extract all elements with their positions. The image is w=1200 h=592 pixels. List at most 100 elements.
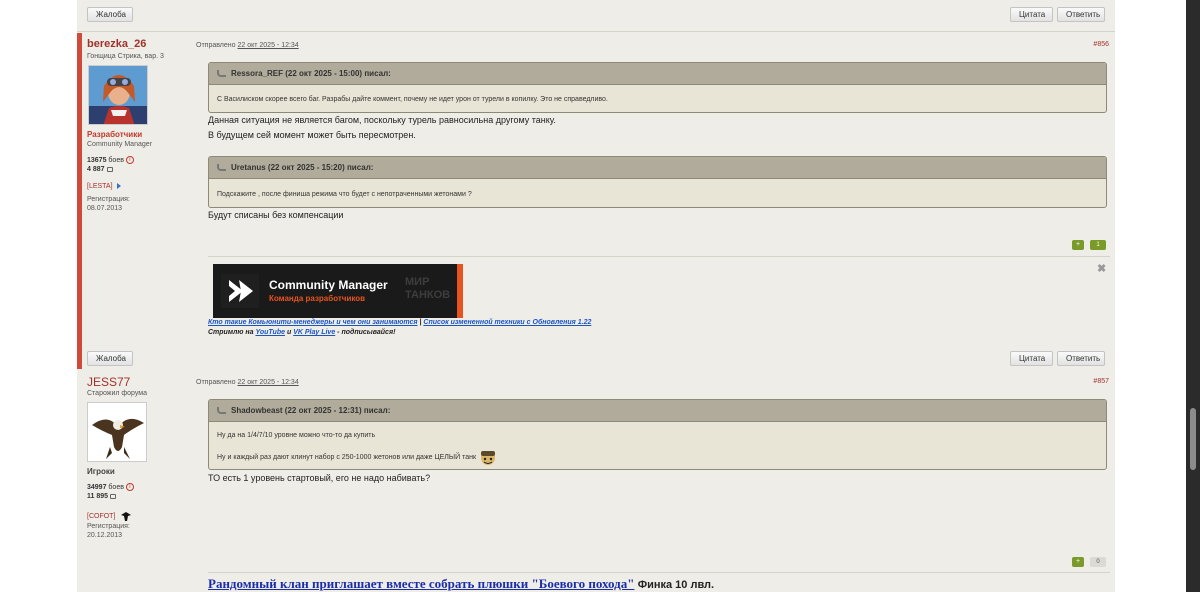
clan-ad-tail: Финка 10 лвл.: [637, 579, 715, 591]
reply-button[interactable]: Ответить: [1057, 351, 1105, 366]
registration-label: Регистрация:: [87, 523, 130, 530]
quote-header: Shadowbeast (22 окт 2025 - 12:31) писал:: [209, 400, 1106, 422]
signature-links: Кто такие Комьюнити-менеджеры и чем они …: [208, 319, 591, 326]
cm-info-link[interactable]: Кто такие Комьюнити-менеджеры и чем они …: [208, 319, 418, 326]
battles-stat: 13675 боев i: [87, 156, 134, 164]
author-name[interactable]: JESS77: [87, 375, 130, 389]
user-role: Community Manager: [87, 141, 152, 148]
clan-emblem-icon: [121, 512, 132, 521]
banner-game-logo: МИР ТАНКОВ: [405, 276, 451, 301]
and-label: и: [286, 329, 292, 336]
post-text: ТО есть 1 уровень стартовый, его не надо…: [208, 473, 431, 483]
quote-text: Ну да на 1/4/7/10 уровне можно что-то да…: [217, 432, 376, 439]
reputation-count: 1: [1090, 240, 1106, 250]
quote-arrow-icon: [217, 407, 226, 414]
battles-suffix: боев: [108, 483, 124, 491]
tech-changes-link[interactable]: Список измененной техники с Обновления 1…: [423, 319, 591, 326]
info-icon[interactable]: i: [125, 156, 134, 164]
quote-block: Ressora_REF (22 окт 2025 - 15:00) писал:…: [208, 62, 1107, 113]
signature-divider: [208, 256, 1110, 257]
avatar[interactable]: [87, 402, 147, 462]
messages-stat: 4 887: [87, 166, 113, 173]
forum-page: Жалоба Цитата Ответить berezka_26 Гонщиц…: [77, 0, 1115, 592]
left-gutter: [0, 0, 77, 592]
forum-post: berezka_26 Гонщица Стрика, вар. 3 Разраб…: [77, 33, 1115, 369]
youtube-link[interactable]: YouTube: [255, 329, 285, 336]
forum-post: JESS77 Старожил форума Игроки 34997 боев…: [77, 373, 1115, 592]
clan-tag[interactable]: [COFOT]: [87, 510, 132, 522]
banner-title: Community Manager: [269, 278, 388, 292]
tanker-smiley-icon: [480, 451, 495, 465]
sent-date-link[interactable]: 22 окт 2025 - 12:34: [237, 379, 298, 386]
user-group: Разработчики: [87, 130, 143, 139]
quote-button[interactable]: Цитата: [1010, 351, 1053, 366]
clan-arrow-icon: [116, 183, 121, 190]
complaint-button[interactable]: Жалоба: [87, 351, 133, 366]
scrollbar[interactable]: [1186, 0, 1200, 592]
registration-date: 08.07.2013: [87, 205, 123, 212]
sent-info: Отправлено 22 окт 2025 - 12:34: [196, 42, 299, 49]
quote-text-line: Ну и каждый раз дают клинут набор с 250-…: [217, 453, 477, 461]
eagle-avatar-image: [88, 403, 146, 461]
quote-header: Uretanus (22 окт 2025 - 15:20) писал:: [209, 157, 1106, 179]
stream-links: Стримлю на YouTube и VK Play Live - подп…: [208, 329, 395, 336]
vk-play-link[interactable]: VK Play Live: [293, 329, 335, 336]
right-gutter: [1115, 0, 1186, 592]
quote-arrow-icon: [217, 70, 226, 77]
quote-text: Ну и каждый раз дают клинут набор с 250-…: [217, 448, 498, 466]
messages-count: 4 887: [87, 166, 105, 173]
clan-tag-label: [LESTA]: [87, 183, 113, 190]
sent-info: Отправлено 22 окт 2025 - 12:34: [196, 379, 299, 386]
avatar-image: [89, 66, 147, 124]
complaint-button[interactable]: Жалоба: [87, 7, 133, 22]
post-text: В будущем сей момент может быть пересмот…: [208, 130, 416, 140]
quote-text: Подскажите , после финиша режима что буд…: [217, 191, 472, 198]
close-signature-icon[interactable]: ✖: [1097, 262, 1106, 275]
messages-count: 11 895: [87, 493, 109, 500]
message-icon: [110, 493, 117, 499]
quote-text: С Василиском скорее всего баг. Разрабы д…: [217, 96, 608, 103]
author-rank: Старожил форума: [87, 390, 147, 397]
clan-ad-signature: Рандомный клан приглашает вместе собрать…: [208, 576, 714, 592]
battles-count: 13675: [87, 156, 107, 164]
signature-banner: Community Manager Команда разработчиков …: [213, 264, 463, 318]
link-separator: |: [419, 319, 422, 326]
quote-author: Ressora_REF (22 окт 2025 - 15:00) писал:: [231, 69, 391, 78]
banner-subtitle: Команда разработчиков: [269, 294, 366, 303]
battles-stat: 34997 боев i: [87, 483, 134, 491]
author-rank: Гонщица Стрика, вар. 3: [87, 53, 164, 60]
quote-author: Uretanus (22 окт 2025 - 15:20) писал:: [231, 163, 374, 172]
reputation-plus-button[interactable]: +: [1072, 240, 1084, 250]
stream-label: Стримлю на: [208, 329, 254, 336]
sent-label: Отправлено: [196, 42, 236, 49]
user-group: Игроки: [87, 467, 115, 476]
post-number[interactable]: #857: [1072, 378, 1109, 385]
scrollbar-thumb[interactable]: [1190, 408, 1196, 470]
info-icon[interactable]: i: [125, 483, 134, 491]
battles-count: 34997: [87, 483, 107, 491]
post-text: Будут списаны без компенсации: [208, 210, 344, 220]
signature-divider: [208, 572, 1110, 573]
registration-date: 20.12.2013: [87, 532, 123, 539]
post-divider: [77, 31, 1115, 32]
clan-tag[interactable]: [LESTA]: [87, 183, 121, 190]
banner-stripe: [457, 264, 463, 318]
avatar[interactable]: [88, 65, 148, 125]
messages-stat: 11 895: [87, 493, 117, 500]
banner-logo-icon: [221, 274, 259, 308]
reply-button[interactable]: Ответить: [1057, 7, 1105, 22]
battles-suffix: боев: [108, 156, 124, 164]
quote-button[interactable]: Цитата: [1010, 7, 1053, 22]
post-text: Данная ситуация не является багом, поско…: [208, 115, 556, 125]
post-number[interactable]: #856: [1072, 41, 1109, 48]
subscribe-label: - подписывайся!: [337, 329, 396, 336]
quote-header: Ressora_REF (22 окт 2025 - 15:00) писал:: [209, 63, 1106, 85]
message-icon: [106, 166, 113, 172]
reputation-plus-button[interactable]: +: [1072, 557, 1084, 567]
sent-date-link[interactable]: 22 окт 2025 - 12:34: [237, 42, 298, 49]
quote-block: Shadowbeast (22 окт 2025 - 12:31) писал:…: [208, 399, 1107, 470]
reputation-count: 0: [1090, 557, 1106, 567]
quote-block: Uretanus (22 окт 2025 - 15:20) писал: По…: [208, 156, 1107, 208]
author-name[interactable]: berezka_26: [87, 38, 146, 50]
clan-ad-link[interactable]: Рандомный клан приглашает вместе собрать…: [208, 576, 634, 591]
